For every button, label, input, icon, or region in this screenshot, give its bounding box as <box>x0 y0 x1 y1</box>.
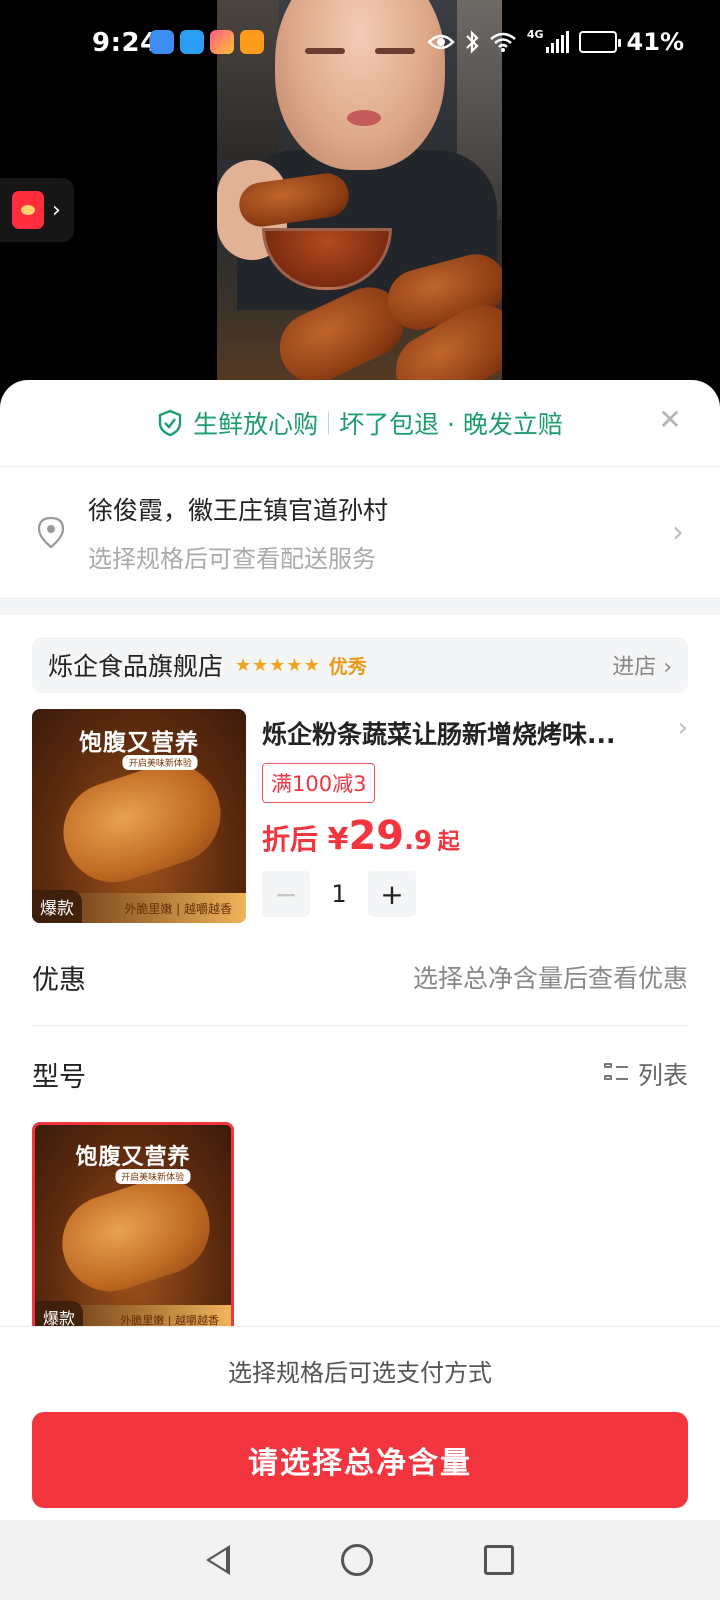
variant-image-title: 饱腹又营养 <box>75 1145 191 1170</box>
system-indicators: 4G 41% <box>427 28 684 56</box>
location-pin-icon <box>37 516 65 549</box>
model-header: 型号 列表 <box>0 1026 720 1122</box>
shield-check-icon <box>158 409 182 437</box>
product-title[interactable]: 烁企粉条蔬菜让肠新增烧烤味... <box>262 715 652 751</box>
quantity-stepper: − 1 + <box>262 871 688 917</box>
bluetooth-icon <box>466 30 479 54</box>
coupon-tag: 满100减3 <box>262 763 376 803</box>
back-icon[interactable] <box>205 1545 230 1575</box>
decrease-button[interactable]: − <box>262 871 310 917</box>
battery-icon <box>578 31 621 53</box>
chevron-right-icon: › <box>677 713 688 743</box>
price-suffix: 起 <box>437 830 460 855</box>
price-symbol: ¥ <box>327 822 349 857</box>
signal-icon <box>545 31 569 53</box>
payment-note: 选择规格后可选支付方式 <box>228 1359 492 1387</box>
app-notification-icon <box>180 30 204 54</box>
red-packet-entry[interactable]: › <box>0 178 74 242</box>
price-decimal: .9 <box>404 826 433 856</box>
product-card: 饱腹又营养 开启美味新体验 爆款 外脆里嫩 | 越嚼越香 烁企粉条蔬菜让肠新增烧… <box>0 693 720 923</box>
product-image[interactable]: 饱腹又营养 开启美味新体验 爆款 外脆里嫩 | 越嚼越香 <box>32 709 246 923</box>
host-mouth <box>347 110 381 126</box>
home-icon[interactable] <box>340 1544 373 1576</box>
eye-icon <box>427 34 455 50</box>
network-type: 4G <box>526 27 544 41</box>
discount-row[interactable]: 优惠 选择总净含量后查看优惠 <box>0 929 720 1025</box>
red-packet-icon <box>12 191 44 229</box>
address-name: 徐俊霞，徽王庄镇官道孙村 <box>88 495 389 525</box>
price-label: 折后 <box>262 823 319 856</box>
list-view-toggle[interactable]: 列表 <box>603 1056 688 1092</box>
notification-icons <box>150 30 264 54</box>
store-name: 烁企食品旗舰店 <box>48 652 224 681</box>
discount-label: 优惠 <box>32 964 86 996</box>
checkout-footer: 选择规格后可选支付方式 请选择总净含量 <box>0 1326 720 1520</box>
app-notification-icon <box>150 30 174 54</box>
list-view-label: 列表 <box>637 1061 688 1090</box>
select-spec-button[interactable]: 请选择总净含量 <box>32 1412 688 1508</box>
model-label: 型号 <box>32 1061 86 1093</box>
discount-hint: 选择总净含量后查看优惠 <box>412 964 688 993</box>
variant-option-selected[interactable]: 饱腹又营养 开启美味新体验 爆款 外脆里嫩 | 越嚼越香 <box>32 1122 234 1336</box>
system-nav-bar <box>0 1520 720 1600</box>
enter-store-link[interactable]: 进店 › <box>612 649 672 681</box>
trust-banner-left: 生鲜放心购 <box>193 410 319 439</box>
close-icon[interactable]: ✕ <box>658 406 682 434</box>
chevron-right-icon: › <box>672 515 684 550</box>
quantity-value[interactable]: 1 <box>310 880 368 908</box>
product-info: 烁企粉条蔬菜让肠新增烧烤味... › 满100减3 折后 ¥29.9 起 − 1… <box>246 709 688 923</box>
sausage-image <box>50 750 234 896</box>
store-rating-stars: ★★★★★ <box>235 654 321 676</box>
store-row[interactable]: 烁企食品旗舰店 ★★★★★ 优秀 进店 › <box>32 637 688 693</box>
hot-badge: 爆款 <box>32 890 82 923</box>
address-row[interactable]: 徐俊霞，徽王庄镇官道孙村 选择规格后可查看配送服务 › <box>0 467 720 597</box>
section-gap <box>0 597 720 615</box>
banner-divider <box>328 412 330 434</box>
price: 折后 ¥29.9 起 <box>262 813 688 859</box>
trust-banner: 生鲜放心购 坏了包退 · 晚发立赔 ✕ <box>0 380 720 466</box>
price-integer: 29 <box>348 813 405 859</box>
store-grade: 优秀 <box>328 655 367 678</box>
app-notification-icon <box>240 30 264 54</box>
image-subtitle: 开启美味新体验 <box>122 755 198 770</box>
increase-button[interactable]: + <box>368 871 416 917</box>
image-slogan: 外脆里嫩 | 越嚼越香 <box>124 902 232 916</box>
list-icon <box>603 1063 628 1085</box>
chevron-right-icon: › <box>52 197 61 223</box>
delivery-hint: 选择规格后可查看配送服务 <box>88 544 376 573</box>
battery-percent: 41% <box>626 28 684 56</box>
app-notification-icon <box>210 30 234 54</box>
image-title: 饱腹又营养 <box>79 730 199 756</box>
status-bar: 9:24 4G 41% <box>0 0 720 86</box>
trust-banner-right: 坏了包退 · 晚发立赔 <box>339 410 563 439</box>
status-time: 9:24 <box>92 28 159 58</box>
sausage-image <box>49 1166 223 1304</box>
variant-image-subtitle: 开启美味新体验 <box>115 1169 191 1184</box>
address-text: 徐俊霞，徽王庄镇官道孙村 选择规格后可查看配送服务 <box>88 491 388 574</box>
recent-apps-icon[interactable] <box>484 1545 515 1575</box>
screen: 9:24 4G 41% › 生鲜放心购 坏了包退 · 晚发立赔 ✕ 徐俊霞，徽王… <box>0 0 720 1600</box>
wifi-icon <box>490 32 516 52</box>
